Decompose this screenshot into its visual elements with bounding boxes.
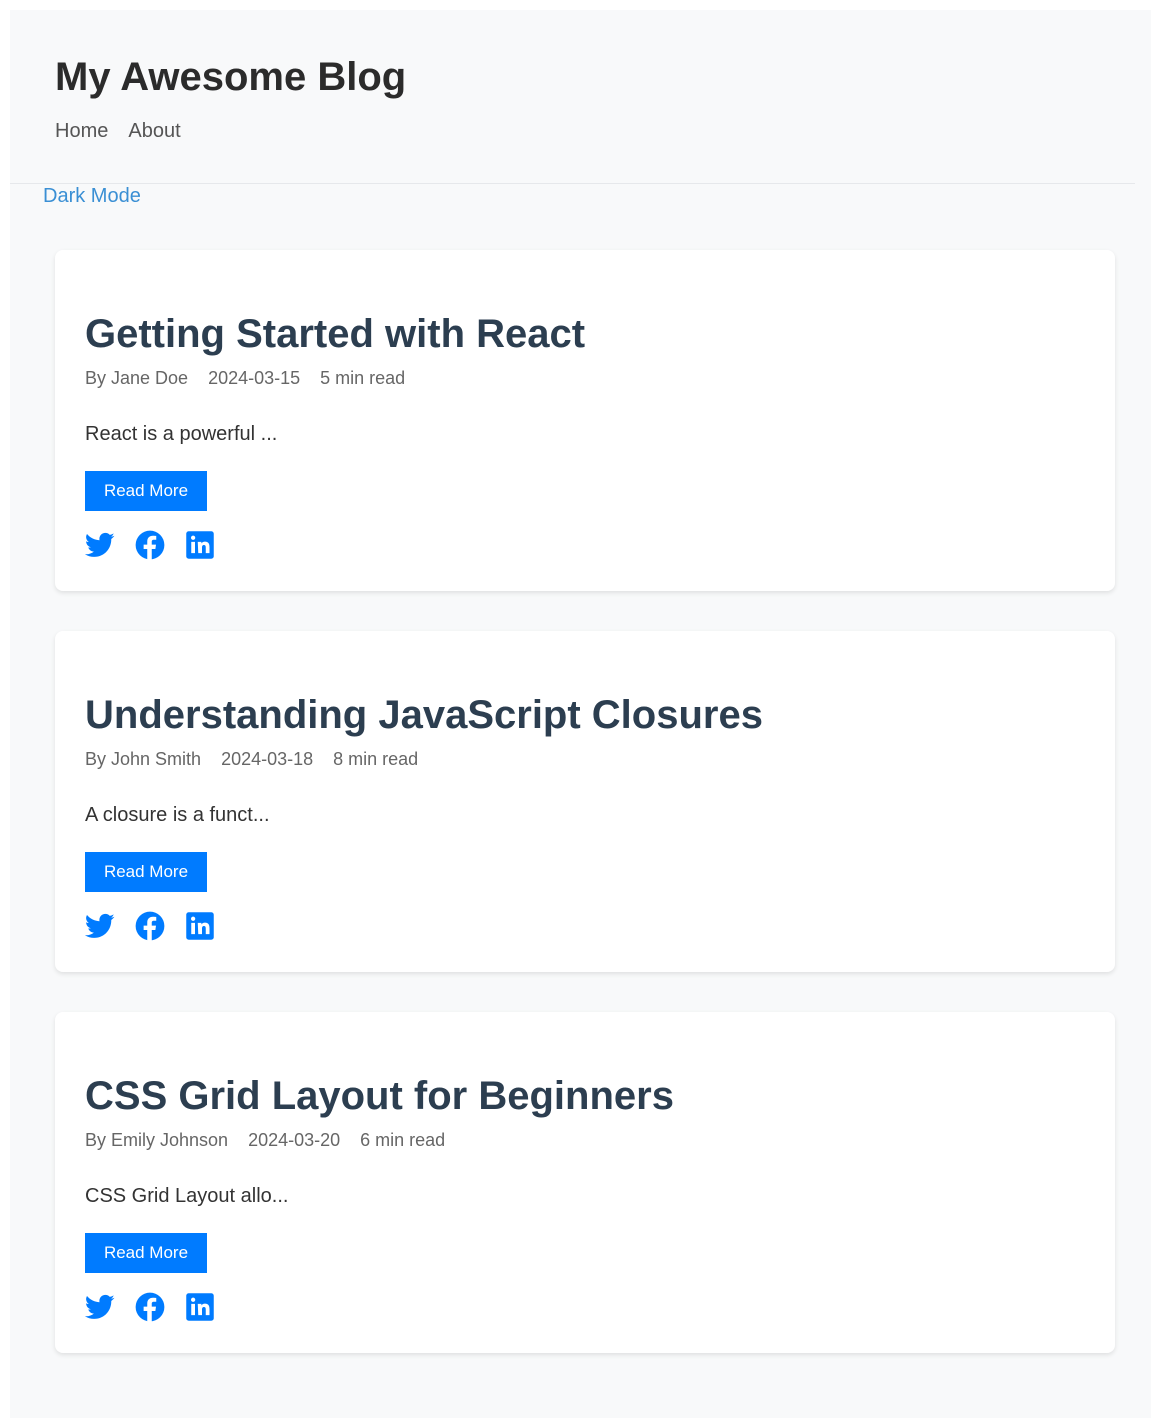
post-date: 2024-03-20 <box>248 1130 341 1150</box>
post-author: By John Smith <box>85 749 202 769</box>
dark-mode-toggle[interactable]: Dark Mode <box>43 184 141 208</box>
post-card: Understanding JavaScript Closures By Joh… <box>55 631 1115 972</box>
post-card: CSS Grid Layout for Beginners By Emily J… <box>55 1012 1115 1353</box>
post-title: Understanding JavaScript Closures <box>85 693 763 737</box>
share-links <box>85 911 215 941</box>
nav-home-link[interactable]: Home <box>55 119 108 143</box>
site-header: My Awesome Blog Home About <box>10 10 1135 184</box>
facebook-icon[interactable] <box>135 911 165 941</box>
site-title: My Awesome Blog <box>55 55 407 99</box>
read-more-button[interactable]: Read More <box>85 852 207 892</box>
post-excerpt: A closure is a funct... <box>85 804 270 826</box>
twitter-icon[interactable] <box>85 530 115 560</box>
facebook-icon[interactable] <box>135 530 165 560</box>
posts-list: Getting Started with React By Jane Doe 2… <box>55 250 1115 1393</box>
post-meta: By Jane Doe 2024-03-15 5 min read <box>85 367 405 389</box>
twitter-icon[interactable] <box>85 1292 115 1322</box>
post-excerpt: React is a powerful ... <box>85 423 278 445</box>
post-meta: By John Smith 2024-03-18 8 min read <box>85 748 418 770</box>
linkedin-icon[interactable] <box>185 911 215 941</box>
post-author: By Emily Johnson <box>85 1130 229 1150</box>
post-read-time: 5 min read <box>320 368 406 388</box>
twitter-icon[interactable] <box>85 911 115 941</box>
post-excerpt: CSS Grid Layout allo... <box>85 1185 289 1207</box>
post-title: Getting Started with React <box>85 312 586 356</box>
read-more-button[interactable]: Read More <box>85 1233 207 1273</box>
facebook-icon[interactable] <box>135 1292 165 1322</box>
post-date: 2024-03-15 <box>208 368 301 388</box>
post-read-time: 6 min read <box>360 1130 446 1150</box>
page: My Awesome Blog Home About Dark Mode Get… <box>10 10 1151 1418</box>
post-author: By Jane Doe <box>85 368 189 388</box>
post-date: 2024-03-18 <box>221 749 314 769</box>
post-title: CSS Grid Layout for Beginners <box>85 1074 674 1118</box>
linkedin-icon[interactable] <box>185 530 215 560</box>
share-links <box>85 530 215 560</box>
linkedin-icon[interactable] <box>185 1292 215 1322</box>
post-read-time: 8 min read <box>333 749 419 769</box>
nav-about-link[interactable]: About <box>128 119 180 143</box>
post-card: Getting Started with React By Jane Doe 2… <box>55 250 1115 591</box>
main-nav: Home About <box>55 119 181 143</box>
read-more-button[interactable]: Read More <box>85 471 207 511</box>
post-meta: By Emily Johnson 2024-03-20 6 min read <box>85 1129 445 1151</box>
share-links <box>85 1292 215 1322</box>
